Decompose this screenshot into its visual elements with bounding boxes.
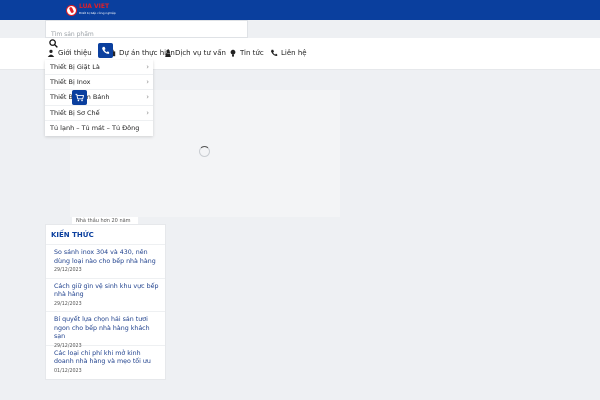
- post-item[interactable]: Cách giữ gìn vệ sinh khu vực bếp nhà hàn…: [46, 279, 165, 312]
- nav-item-label: Dịch vụ tư vấn: [175, 49, 226, 57]
- logo-slogan: thiết bị bếp công nghiệp: [79, 11, 116, 15]
- category-label: Thiết Bị Inox: [50, 78, 91, 87]
- post-title[interactable]: Bí quyết lựa chọn hải sản tươi ngon cho …: [54, 316, 159, 342]
- category-label: Thiết Bị Giặt Là: [50, 63, 100, 72]
- category-item[interactable]: Thiết Bị Giặt Là ›: [45, 60, 153, 76]
- chevron-right-icon: ›: [146, 93, 149, 102]
- nav-item-label: Tin tức: [240, 49, 264, 57]
- cart-icon: [75, 93, 84, 102]
- nav-item-label: Giới thiệu: [58, 49, 92, 57]
- user-tie-icon: [165, 49, 171, 57]
- category-label: Tủ lạnh – Tủ mát – Tủ Đông: [50, 124, 140, 133]
- nav-item-lien-he[interactable]: Liên hệ: [270, 47, 307, 59]
- category-dropdown: Thiết Bị Giặt Là › Thiết Bị Inox › Thiết…: [45, 60, 153, 136]
- chevron-right-icon: ›: [146, 108, 149, 117]
- post-title[interactable]: Các loại chi phí khi mở kinh doanh nhà h…: [54, 350, 159, 367]
- widget-title: KIẾN THỨC: [46, 225, 165, 245]
- loading-spinner-icon: [199, 146, 210, 157]
- post-date: 29/12/2023: [54, 268, 82, 273]
- post-date: 01/12/2023: [54, 368, 82, 374]
- person-icon: [47, 49, 55, 57]
- post-title[interactable]: So sánh inox 304 và 430, nên dùng loại n…: [54, 249, 159, 266]
- chevron-right-icon: ›: [146, 63, 149, 72]
- category-label: Thiết Bị Sơ Chế: [50, 108, 100, 117]
- nav-item-label: Liên hệ: [281, 49, 307, 57]
- call-float-button[interactable]: [98, 43, 113, 58]
- post-item[interactable]: Bí quyết lựa chọn hải sản tươi ngon cho …: [46, 312, 165, 349]
- category-item[interactable]: Tủ lạnh – Tủ mát – Tủ Đông: [45, 121, 153, 136]
- post-date: 29/12/2023: [54, 301, 82, 307]
- category-item[interactable]: Thiết Bị Sơ Chế ›: [45, 106, 153, 121]
- logo-mark-icon: [66, 4, 77, 16]
- nav-item-dich-vu[interactable]: Dịch vụ tư vấn: [164, 47, 226, 59]
- search-input[interactable]: [46, 26, 247, 43]
- nav-item-gioi-thieu[interactable]: Giới thiệu: [47, 47, 92, 59]
- cart-float-button[interactable]: [72, 90, 87, 105]
- site-logo[interactable]: LUA VIET thiết bị bếp công nghiệp: [66, 3, 116, 17]
- category-item[interactable]: Thiết Bị Làm Bánh ›: [45, 90, 153, 106]
- category-item[interactable]: Thiết Bị Inox ›: [45, 75, 153, 91]
- phone-call-icon: [102, 46, 110, 54]
- post-title[interactable]: Cách giữ gìn vệ sinh khu vực bếp nhà hàn…: [54, 283, 159, 300]
- knowledge-widget: KIẾN THỨC So sánh inox 304 và 430, nên d…: [45, 224, 166, 380]
- phone-icon: [270, 49, 278, 57]
- chevron-right-icon: ›: [146, 78, 149, 87]
- nav-item-tin-tuc[interactable]: Tin tức: [229, 47, 264, 59]
- post-item[interactable]: So sánh inox 304 và 430, nên dùng loại n…: [46, 245, 165, 279]
- post-item[interactable]: Các loại chi phí khi mở kinh doanh nhà h…: [46, 346, 165, 380]
- search-box: [45, 20, 248, 43]
- lightbulb-icon: [230, 49, 236, 57]
